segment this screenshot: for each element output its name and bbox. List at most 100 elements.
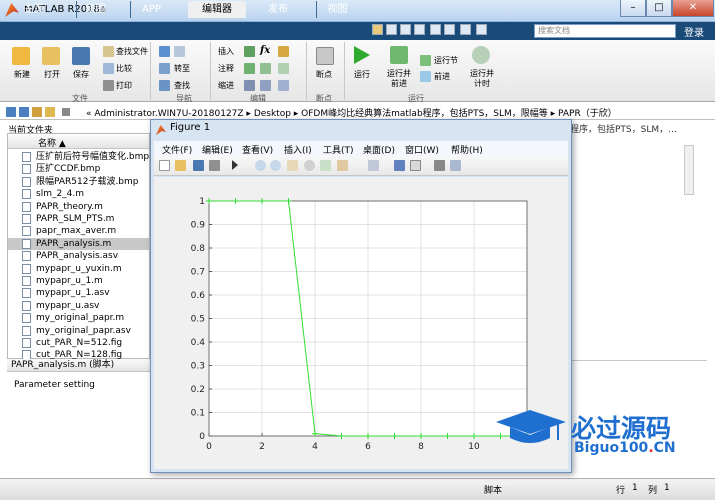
file-list-item[interactable]: 压扩CCDF.bmp	[8, 163, 149, 175]
breakpoints-button[interactable]: 断点	[316, 69, 332, 80]
file-list-item[interactable]: my_original_papr.asv	[8, 325, 149, 337]
open-button[interactable]: 打开	[44, 69, 60, 80]
tab-apps[interactable]: APP	[130, 1, 172, 18]
comment-icon[interactable]	[244, 63, 255, 74]
hide-plot-tools-icon[interactable]	[434, 160, 445, 171]
zoom-in-icon[interactable]	[255, 160, 266, 171]
data-cursor-icon[interactable]	[320, 160, 331, 171]
uncomment-icon[interactable]	[260, 63, 271, 74]
new-figure-icon[interactable]	[159, 160, 170, 171]
link-plot-icon[interactable]	[368, 160, 379, 171]
tab-editor[interactable]: 编辑器	[188, 1, 246, 18]
save-button[interactable]: 保存	[73, 69, 89, 80]
file-list-item[interactable]: PAPR_theory.m	[8, 201, 149, 213]
copy-quick-icon[interactable]	[400, 24, 411, 35]
group-divider	[344, 42, 345, 100]
pan-hand-icon[interactable]	[287, 160, 298, 171]
forward-arrow-icon[interactable]	[174, 46, 185, 57]
tab-home[interactable]: 主页	[14, 1, 54, 18]
tab-view[interactable]: 视图	[316, 1, 358, 18]
close-button[interactable]: ✕	[672, 0, 714, 17]
help-quick-icon[interactable]	[476, 24, 487, 35]
editor-scrollbar[interactable]	[684, 145, 694, 195]
login-link[interactable]: 登录	[684, 24, 704, 39]
zoom-out-icon[interactable]	[270, 160, 281, 171]
file-list-item[interactable]: my_original_papr.m	[8, 312, 149, 324]
file-list-item[interactable]: PAPR_analysis.asv	[8, 250, 149, 262]
compare-button[interactable]: 比较	[116, 63, 132, 74]
menu-desktop[interactable]: 桌面(D)	[363, 143, 395, 156]
goto-button[interactable]: 转至	[174, 63, 190, 74]
switch-windows-icon[interactable]	[460, 24, 471, 35]
name-column-header[interactable]: 名称 ▲	[38, 136, 66, 149]
path-dropdown-icon[interactable]	[62, 108, 70, 116]
insert-button[interactable]: 插入	[218, 46, 234, 57]
file-list-item[interactable]: slm_2_4.m	[8, 188, 149, 200]
smart-indent-icon[interactable]	[244, 80, 255, 91]
forward-nav-icon[interactable]	[19, 107, 29, 117]
legend-icon[interactable]	[410, 160, 421, 171]
back-nav-icon[interactable]	[6, 107, 16, 117]
indent-button[interactable]: 缩进	[218, 80, 234, 91]
run-and-time-button[interactable]: 运行并 计时	[470, 69, 494, 89]
insert-function-icon[interactable]	[278, 46, 289, 57]
increase-indent-icon[interactable]	[260, 80, 271, 91]
brush-icon[interactable]	[337, 160, 348, 171]
save-quick-icon[interactable]	[372, 24, 383, 35]
decrease-indent-icon[interactable]	[278, 80, 289, 91]
file-list-item[interactable]: mypapr_u_1.m	[8, 275, 149, 287]
show-plot-tools-icon[interactable]	[450, 160, 461, 171]
print-figure-icon[interactable]	[209, 160, 220, 171]
comment-button[interactable]: 注释	[218, 63, 234, 74]
maximize-button[interactable]: □	[646, 0, 672, 17]
minimize-button[interactable]: –	[620, 0, 646, 17]
insert-section-icon[interactable]	[244, 46, 255, 57]
colorbar-icon[interactable]	[394, 160, 405, 171]
rotate-3d-icon[interactable]	[304, 160, 315, 171]
new-button[interactable]: 新建	[14, 69, 30, 80]
menu-edit[interactable]: 编辑(E)	[202, 143, 233, 156]
group-divider	[306, 42, 307, 100]
menu-file[interactable]: 文件(F)	[162, 143, 192, 156]
folder-up-icon[interactable]	[32, 107, 42, 117]
menu-window[interactable]: 窗口(W)	[405, 143, 439, 156]
save-figure-icon[interactable]	[193, 160, 204, 171]
back-arrow-icon[interactable]	[159, 46, 170, 57]
cut-quick-icon[interactable]	[386, 24, 397, 35]
run-button[interactable]: 运行	[354, 69, 370, 80]
open-file-icon[interactable]	[175, 160, 186, 171]
search-input[interactable]: 搜索文档	[534, 24, 676, 38]
file-list-item[interactable]: PAPR_SLM_PTS.m	[8, 213, 149, 225]
fx-button[interactable]: fx	[260, 45, 270, 56]
run-advance-icon	[390, 46, 408, 64]
file-list-item[interactable]: PAPR_analysis.m	[8, 237, 149, 250]
run-advance-button[interactable]: 运行并 前进	[387, 69, 411, 89]
file-list-item[interactable]: 压扩前后符号幅值变化.bmp	[8, 151, 149, 163]
file-list-item[interactable]: mypapr_u.asv	[8, 300, 149, 312]
file-list-item[interactable]: cut_PAR_N=512.fig	[8, 337, 149, 349]
menu-insert[interactable]: 插入(I)	[284, 143, 312, 156]
file-list-item[interactable]: mypapr_u_yuxin.m	[8, 263, 149, 275]
tab-plots[interactable]: 绘图	[76, 1, 114, 18]
redo-quick-icon[interactable]	[444, 24, 455, 35]
editor-tab-label[interactable]: 程序，包括PTS，SLM，...	[570, 122, 686, 133]
undo-quick-icon[interactable]	[430, 24, 441, 35]
run-section-button[interactable]: 运行节	[434, 55, 458, 66]
menu-help[interactable]: 帮助(H)	[451, 143, 483, 156]
file-list-item[interactable]: papr_max_aver.m	[8, 225, 149, 237]
tab-publish[interactable]: 发布	[254, 1, 302, 18]
file-list-item[interactable]: 限幅PAR512子载波.bmp	[8, 176, 149, 188]
print-button[interactable]: 打印	[116, 80, 132, 91]
find-button[interactable]: 查找	[174, 80, 190, 91]
menu-tools[interactable]: 工具(T)	[323, 143, 354, 156]
file-list-item[interactable]: mypapr_u_1.asv	[8, 287, 149, 299]
pointer-icon[interactable]	[232, 160, 238, 170]
advance-button[interactable]: 前进	[434, 71, 450, 82]
menu-view[interactable]: 查看(V)	[242, 143, 273, 156]
current-path[interactable]: « Administrator.WIN7U-20180127Z ▸ Deskto…	[86, 106, 617, 119]
paste-quick-icon[interactable]	[414, 24, 425, 35]
find-files-button[interactable]: 查找文件	[116, 46, 148, 57]
wrap-comment-icon[interactable]	[278, 63, 289, 74]
browse-folder-icon[interactable]	[45, 107, 55, 117]
file-icon	[22, 276, 31, 286]
